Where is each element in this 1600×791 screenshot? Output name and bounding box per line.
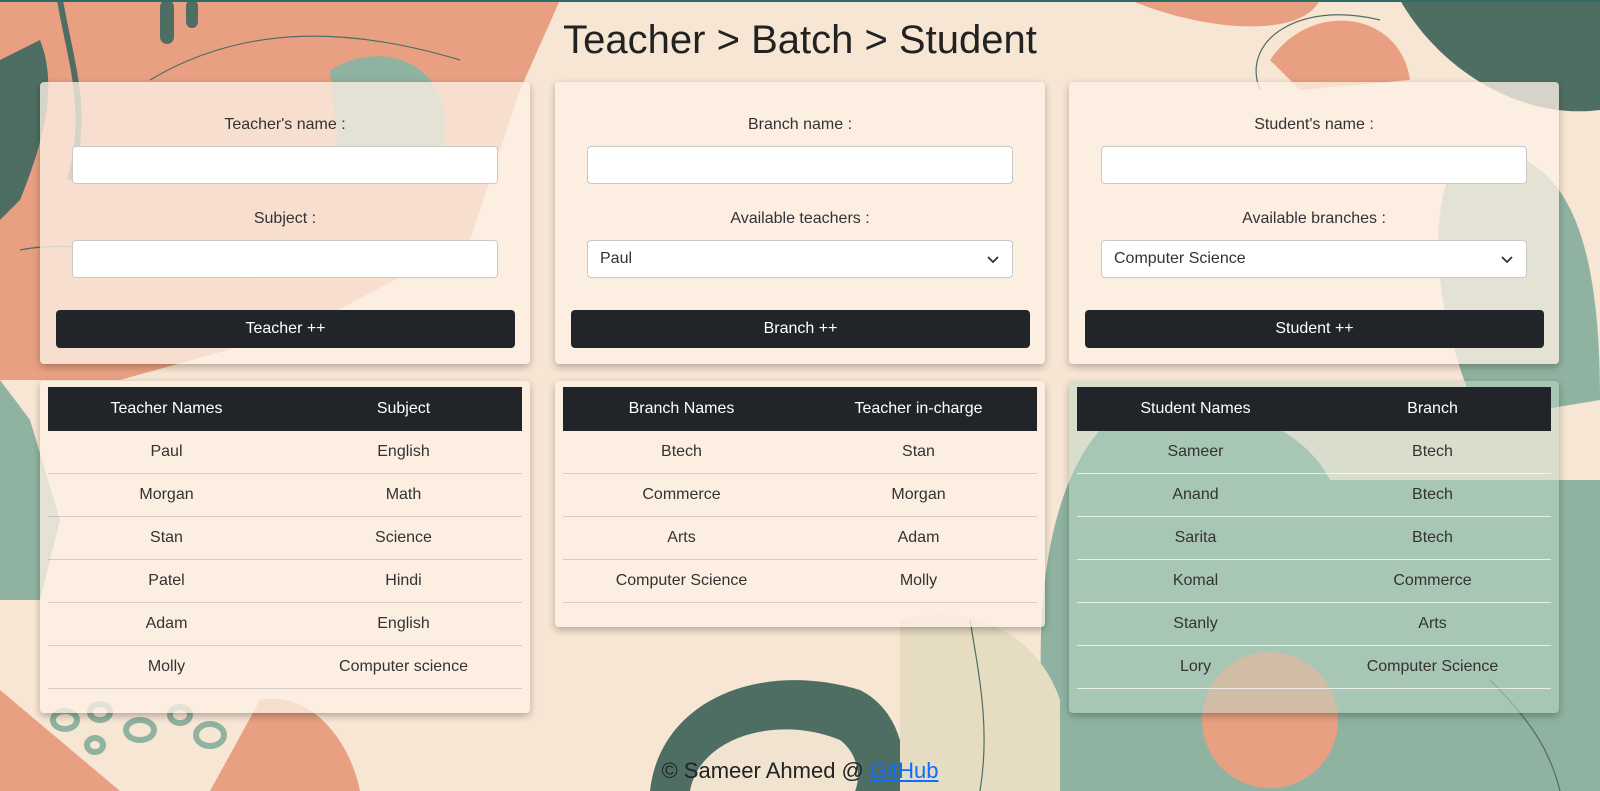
table-row: Lory Computer Science bbox=[1077, 645, 1551, 689]
table-row: Computer Science Molly bbox=[563, 559, 1037, 603]
teacher-name-cell: Patel bbox=[48, 559, 285, 603]
column-header: Student Names bbox=[1077, 387, 1314, 431]
student-name-cell: Sameer bbox=[1077, 431, 1314, 474]
chevron-down-icon bbox=[987, 256, 999, 264]
student-name-cell: Anand bbox=[1077, 473, 1314, 517]
student-table: Student Names Branch Sameer Btech Anand Bt… bbox=[1077, 387, 1551, 689]
subject-cell: Hindi bbox=[285, 559, 522, 603]
top-border bbox=[0, 0, 1600, 2]
available-teachers-label: Available teachers : bbox=[730, 210, 870, 227]
teacher-name-label: Teacher's name : bbox=[224, 116, 346, 133]
branch-form-card: Branch name : Available teachers : Paul … bbox=[555, 82, 1045, 364]
student-name-label: Student's name : bbox=[1254, 116, 1374, 133]
student-name-input[interactable] bbox=[1101, 146, 1527, 184]
column-header: Branch Names bbox=[563, 387, 800, 431]
table-row: Morgan Math bbox=[48, 473, 522, 517]
student-name-cell: Lory bbox=[1077, 645, 1314, 689]
column-header: Branch bbox=[1314, 387, 1551, 431]
column-header: Teacher Names bbox=[48, 387, 285, 431]
table-row: Molly Computer science bbox=[48, 645, 522, 689]
teacher-in-charge-cell: Stan bbox=[800, 431, 1037, 474]
table-bottom-padding bbox=[48, 689, 522, 707]
available-branches-select[interactable]: Computer Science bbox=[1101, 240, 1527, 278]
subject-cell: Computer science bbox=[285, 645, 522, 689]
branch-name-cell: Arts bbox=[563, 516, 800, 560]
teacher-name-cell: Morgan bbox=[48, 473, 285, 517]
branch-name-label: Branch name : bbox=[747, 116, 853, 133]
table-row: Anand Btech bbox=[1077, 473, 1551, 517]
subject-cell: English bbox=[285, 431, 522, 474]
table-row: Commerce Morgan bbox=[563, 473, 1037, 517]
table-row: Patel Hindi bbox=[48, 559, 522, 603]
student-name-cell: Stanly bbox=[1077, 602, 1314, 646]
footer: © Sameer Ahmed @ GitHub bbox=[0, 758, 1600, 784]
table-row: Arts Adam bbox=[563, 516, 1037, 560]
branch-name-cell: Commerce bbox=[563, 473, 800, 517]
branch-cell: Btech bbox=[1314, 431, 1551, 474]
add-branch-button[interactable]: Branch ++ bbox=[571, 310, 1030, 348]
subject-cell: English bbox=[285, 602, 522, 646]
chevron-down-icon bbox=[1501, 256, 1513, 264]
table-row: Paul English bbox=[48, 431, 522, 474]
teacher-table-card: Teacher Names Subject Paul English Morgan… bbox=[40, 381, 530, 713]
teacher-name-cell: Molly bbox=[48, 645, 285, 689]
column-header: Teacher in-charge bbox=[800, 387, 1037, 431]
subject-cell: Science bbox=[285, 516, 522, 560]
branch-cell: Btech bbox=[1314, 516, 1551, 560]
table-bottom-padding bbox=[1077, 689, 1551, 707]
subject-label: Subject : bbox=[253, 210, 317, 227]
available-branches-value: Computer Science bbox=[1114, 250, 1246, 267]
available-branches-label: Available branches : bbox=[1242, 210, 1386, 227]
branch-cell: Btech bbox=[1314, 473, 1551, 517]
branch-name-input[interactable] bbox=[587, 146, 1013, 184]
branch-name-cell: Computer Science bbox=[563, 559, 800, 603]
subject-cell: Math bbox=[285, 473, 522, 517]
student-name-cell: Sarita bbox=[1077, 516, 1314, 560]
table-row: Stanly Arts bbox=[1077, 602, 1551, 646]
footer-credit: © Sameer Ahmed @ bbox=[661, 758, 871, 783]
student-table-card: Student Names Branch Sameer Btech Anand Bt… bbox=[1069, 381, 1559, 713]
table-row: Stan Science bbox=[48, 516, 522, 560]
branch-cell: Computer Science bbox=[1314, 645, 1551, 689]
column-header: Subject bbox=[285, 387, 522, 431]
teacher-name-cell: Stan bbox=[48, 516, 285, 560]
student-name-cell: Komal bbox=[1077, 559, 1314, 603]
teacher-name-input[interactable] bbox=[72, 146, 498, 184]
github-link[interactable]: GitHub bbox=[870, 758, 938, 783]
table-row: Btech Stan bbox=[563, 431, 1037, 474]
branch-name-cell: Btech bbox=[563, 431, 800, 474]
table-header-row: Teacher Names Subject bbox=[48, 387, 522, 431]
teacher-in-charge-cell: Adam bbox=[800, 516, 1037, 560]
table-header-row: Branch Names Teacher in-charge bbox=[563, 387, 1037, 431]
teacher-table: Teacher Names Subject Paul English Morgan… bbox=[48, 387, 522, 689]
teacher-in-charge-cell: Morgan bbox=[800, 473, 1037, 517]
subject-input[interactable] bbox=[72, 240, 498, 278]
available-teachers-value: Paul bbox=[600, 250, 633, 267]
add-teacher-button[interactable]: Teacher ++ bbox=[56, 310, 515, 348]
add-student-button[interactable]: Student ++ bbox=[1085, 310, 1544, 348]
teacher-name-cell: Paul bbox=[48, 431, 285, 474]
table-row: Sarita Btech bbox=[1077, 516, 1551, 560]
table-row: Sameer Btech bbox=[1077, 431, 1551, 474]
table-bottom-padding bbox=[563, 603, 1037, 621]
student-form-card: Student's name : Available branches : Co… bbox=[1069, 82, 1559, 364]
branch-cell: Arts bbox=[1314, 602, 1551, 646]
table-row: Adam English bbox=[48, 602, 522, 646]
teacher-in-charge-cell: Molly bbox=[800, 559, 1037, 603]
branch-cell: Commerce bbox=[1314, 559, 1551, 603]
teacher-name-cell: Adam bbox=[48, 602, 285, 646]
available-teachers-select[interactable]: Paul bbox=[587, 240, 1013, 278]
page-title: Teacher > Batch > Student bbox=[563, 18, 1037, 62]
teacher-form-card: Teacher's name : Subject : Teacher ++ bbox=[40, 82, 530, 364]
table-header-row: Student Names Branch bbox=[1077, 387, 1551, 431]
branch-table: Branch Names Teacher in-charge Btech Stan… bbox=[563, 387, 1037, 603]
table-row: Komal Commerce bbox=[1077, 559, 1551, 603]
branch-table-card: Branch Names Teacher in-charge Btech Stan… bbox=[555, 381, 1045, 627]
